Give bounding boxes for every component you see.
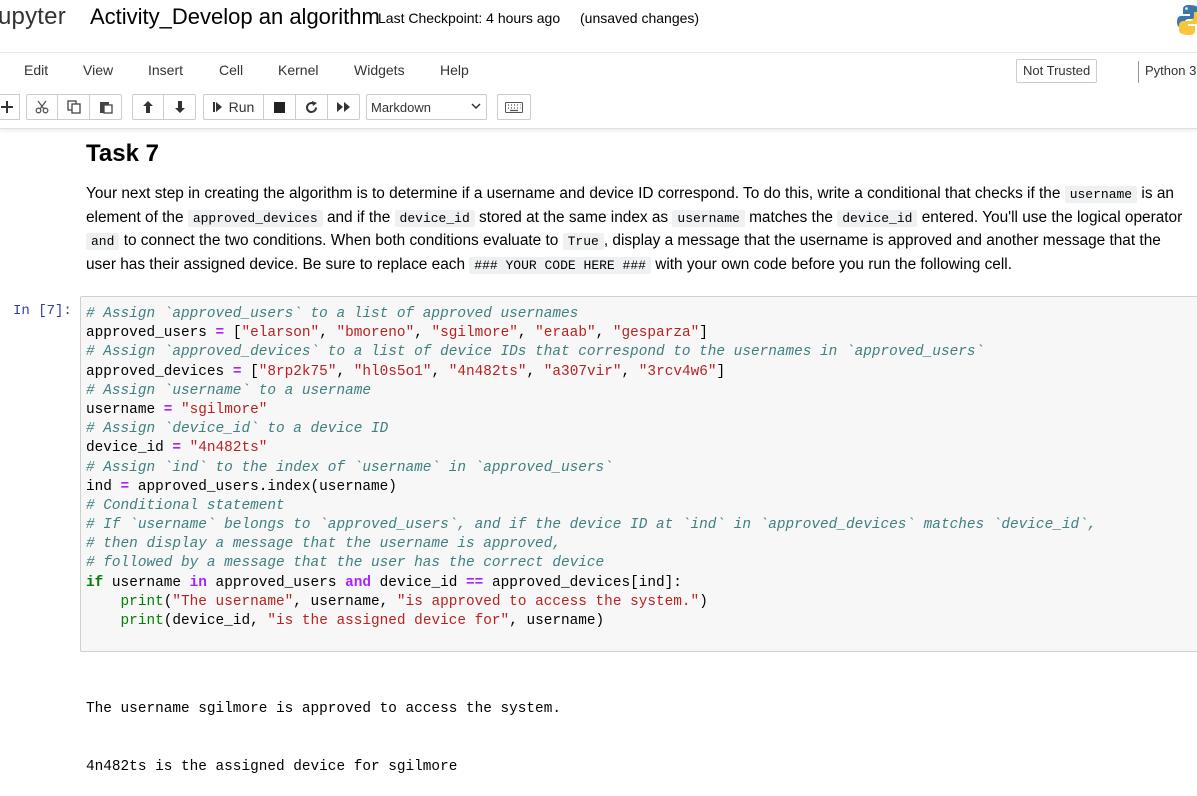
restart-button[interactable] <box>296 94 328 120</box>
text-run: and if the <box>326 208 391 226</box>
output-line: 4n482ts is the assigned device for sgilm… <box>86 759 458 776</box>
move-down-button[interactable] <box>164 94 196 120</box>
inline-code: approved_devices <box>187 209 323 227</box>
code-line: if username in approved_users and device… <box>86 574 682 591</box>
menu-widgets[interactable]: Widgets <box>354 62 405 78</box>
code-line: username = "sgilmore" <box>86 401 268 418</box>
text-run: stored at the same index as <box>479 208 669 226</box>
inline-code: True <box>562 233 604 250</box>
plus-icon <box>1 101 13 113</box>
move-up-button[interactable] <box>132 94 164 120</box>
paste-button[interactable] <box>90 94 122 120</box>
code-line: # Assign `username` to a username <box>86 382 371 399</box>
code-line: device_id = "4n482ts" <box>86 440 268 457</box>
code-line: approved_users = ["elarson", "bmoreno", … <box>86 325 708 342</box>
text-run: to connect the two conditions. When both… <box>123 232 559 249</box>
output-line: The username sgilmore is approved to acc… <box>86 701 561 718</box>
run-icon <box>212 102 222 112</box>
code-line: print("The username", username, "is appr… <box>120 593 708 610</box>
python-logo-icon <box>1177 5 1197 35</box>
unsaved-changes-indicator: (unsaved changes) <box>580 10 700 26</box>
edit-button-group <box>26 94 122 120</box>
inline-code: device_id <box>837 209 918 227</box>
text-run: , display a message that the username is… <box>603 232 1039 249</box>
code-line: # Assign `ind` to the index of `username… <box>86 459 613 476</box>
text-run: matches the <box>749 208 833 226</box>
cell-type-value: Markdown <box>371 100 431 115</box>
scissors-icon <box>35 100 49 114</box>
paste-icon <box>99 102 113 114</box>
menu-edit[interactable]: Edit <box>24 62 48 78</box>
code-line: # Assign `approved_users` to a list of a… <box>86 306 579 322</box>
menu-insert[interactable]: Insert <box>148 62 183 78</box>
menu-view[interactable]: View <box>83 62 113 78</box>
inline-code: username <box>1064 186 1138 203</box>
stop-icon <box>274 101 285 113</box>
markdown-cell[interactable]: Task 7 Your next step in creating the al… <box>86 138 1186 274</box>
text-run: is <box>1141 185 1153 202</box>
code-editor[interactable]: # Assign `approved_users` to a list of a… <box>80 296 1197 652</box>
run-label: Run <box>228 99 255 115</box>
text-run: logical operator <box>1077 208 1183 226</box>
command-palette-button[interactable] <box>497 94 531 120</box>
not-trusted-button[interactable]: Not Trusted <box>1016 59 1098 83</box>
menu-cell[interactable]: Cell <box>219 62 243 78</box>
interrupt-button[interactable] <box>264 94 296 120</box>
kernel-indicator[interactable]: Python 3 <box>1145 63 1196 78</box>
copy-button[interactable] <box>58 94 90 120</box>
keyboard-icon <box>505 101 523 113</box>
restart-icon <box>306 100 318 113</box>
chevron-down-icon <box>471 103 481 110</box>
arrow-down-icon <box>174 101 185 113</box>
text-run: entered. You'll use the <box>921 208 1073 226</box>
cut-button[interactable] <box>26 94 58 120</box>
move-button-group <box>132 94 196 120</box>
run-button[interactable]: Run <box>203 94 264 120</box>
task-description: Your next step in creating the algorithm… <box>86 183 1186 277</box>
insert-cell-button[interactable] <box>0 94 20 120</box>
code-line: ind = approved_users.index(username) <box>86 478 397 495</box>
inline-code: ### YOUR CODE HERE ### <box>469 256 651 274</box>
copy-icon <box>66 100 81 114</box>
text-run: with your own code before you run the fo… <box>655 255 1012 273</box>
input-prompt: In [7]: <box>13 303 72 319</box>
jupyter-logo-text[interactable]: upyter <box>0 3 66 31</box>
code-line: # Assign `device_id` to a device ID <box>86 421 389 438</box>
menu-kernel[interactable]: Kernel <box>278 62 318 78</box>
cell-output: The username sgilmore is approved to acc… <box>86 662 561 796</box>
code-line: approved_devices = ["8rp2k75", "hl0s5o1"… <box>86 363 726 380</box>
cell-type-select[interactable]: Markdown <box>366 94 487 120</box>
toolbar: Run Markdown <box>0 88 1197 129</box>
code-line: # Assign `approved_devices` to a list of… <box>86 344 985 361</box>
code-line: # followed by a message that the user ha… <box>86 555 605 572</box>
code-line: print(device_id, "is the assigned device… <box>120 613 605 629</box>
notebook-header: upyter Activity_Develop an algorithm Las… <box>0 0 1197 52</box>
notebook-title[interactable]: Activity_Develop an algorithm <box>90 4 380 30</box>
inline-code: username <box>672 209 745 227</box>
restart-run-all-button[interactable] <box>328 94 360 120</box>
menu-help[interactable]: Help <box>440 62 469 78</box>
inline-code: and <box>86 233 120 250</box>
code-lines: # Assign `approved_users` to a list of a… <box>86 305 1096 631</box>
last-checkpoint: Last Checkpoint: 4 hours ago <box>378 10 561 26</box>
arrow-up-icon <box>143 101 153 113</box>
inline-code: device_id <box>394 209 475 227</box>
run-button-group: Run <box>203 94 360 120</box>
code-line: # Conditional statement <box>86 497 285 514</box>
kernel-divider <box>1138 61 1139 83</box>
fast-forward-icon <box>336 102 350 112</box>
task-heading: Task 7 <box>86 140 159 167</box>
menubar: Edit View Insert Cell Kernel Widgets Hel… <box>0 52 1197 89</box>
code-line: # then display a message that the userna… <box>86 536 561 553</box>
code-line: # If `username` belongs to `approved_use… <box>86 517 1097 534</box>
text-run: Your next step in creating the algorithm… <box>86 185 1061 202</box>
